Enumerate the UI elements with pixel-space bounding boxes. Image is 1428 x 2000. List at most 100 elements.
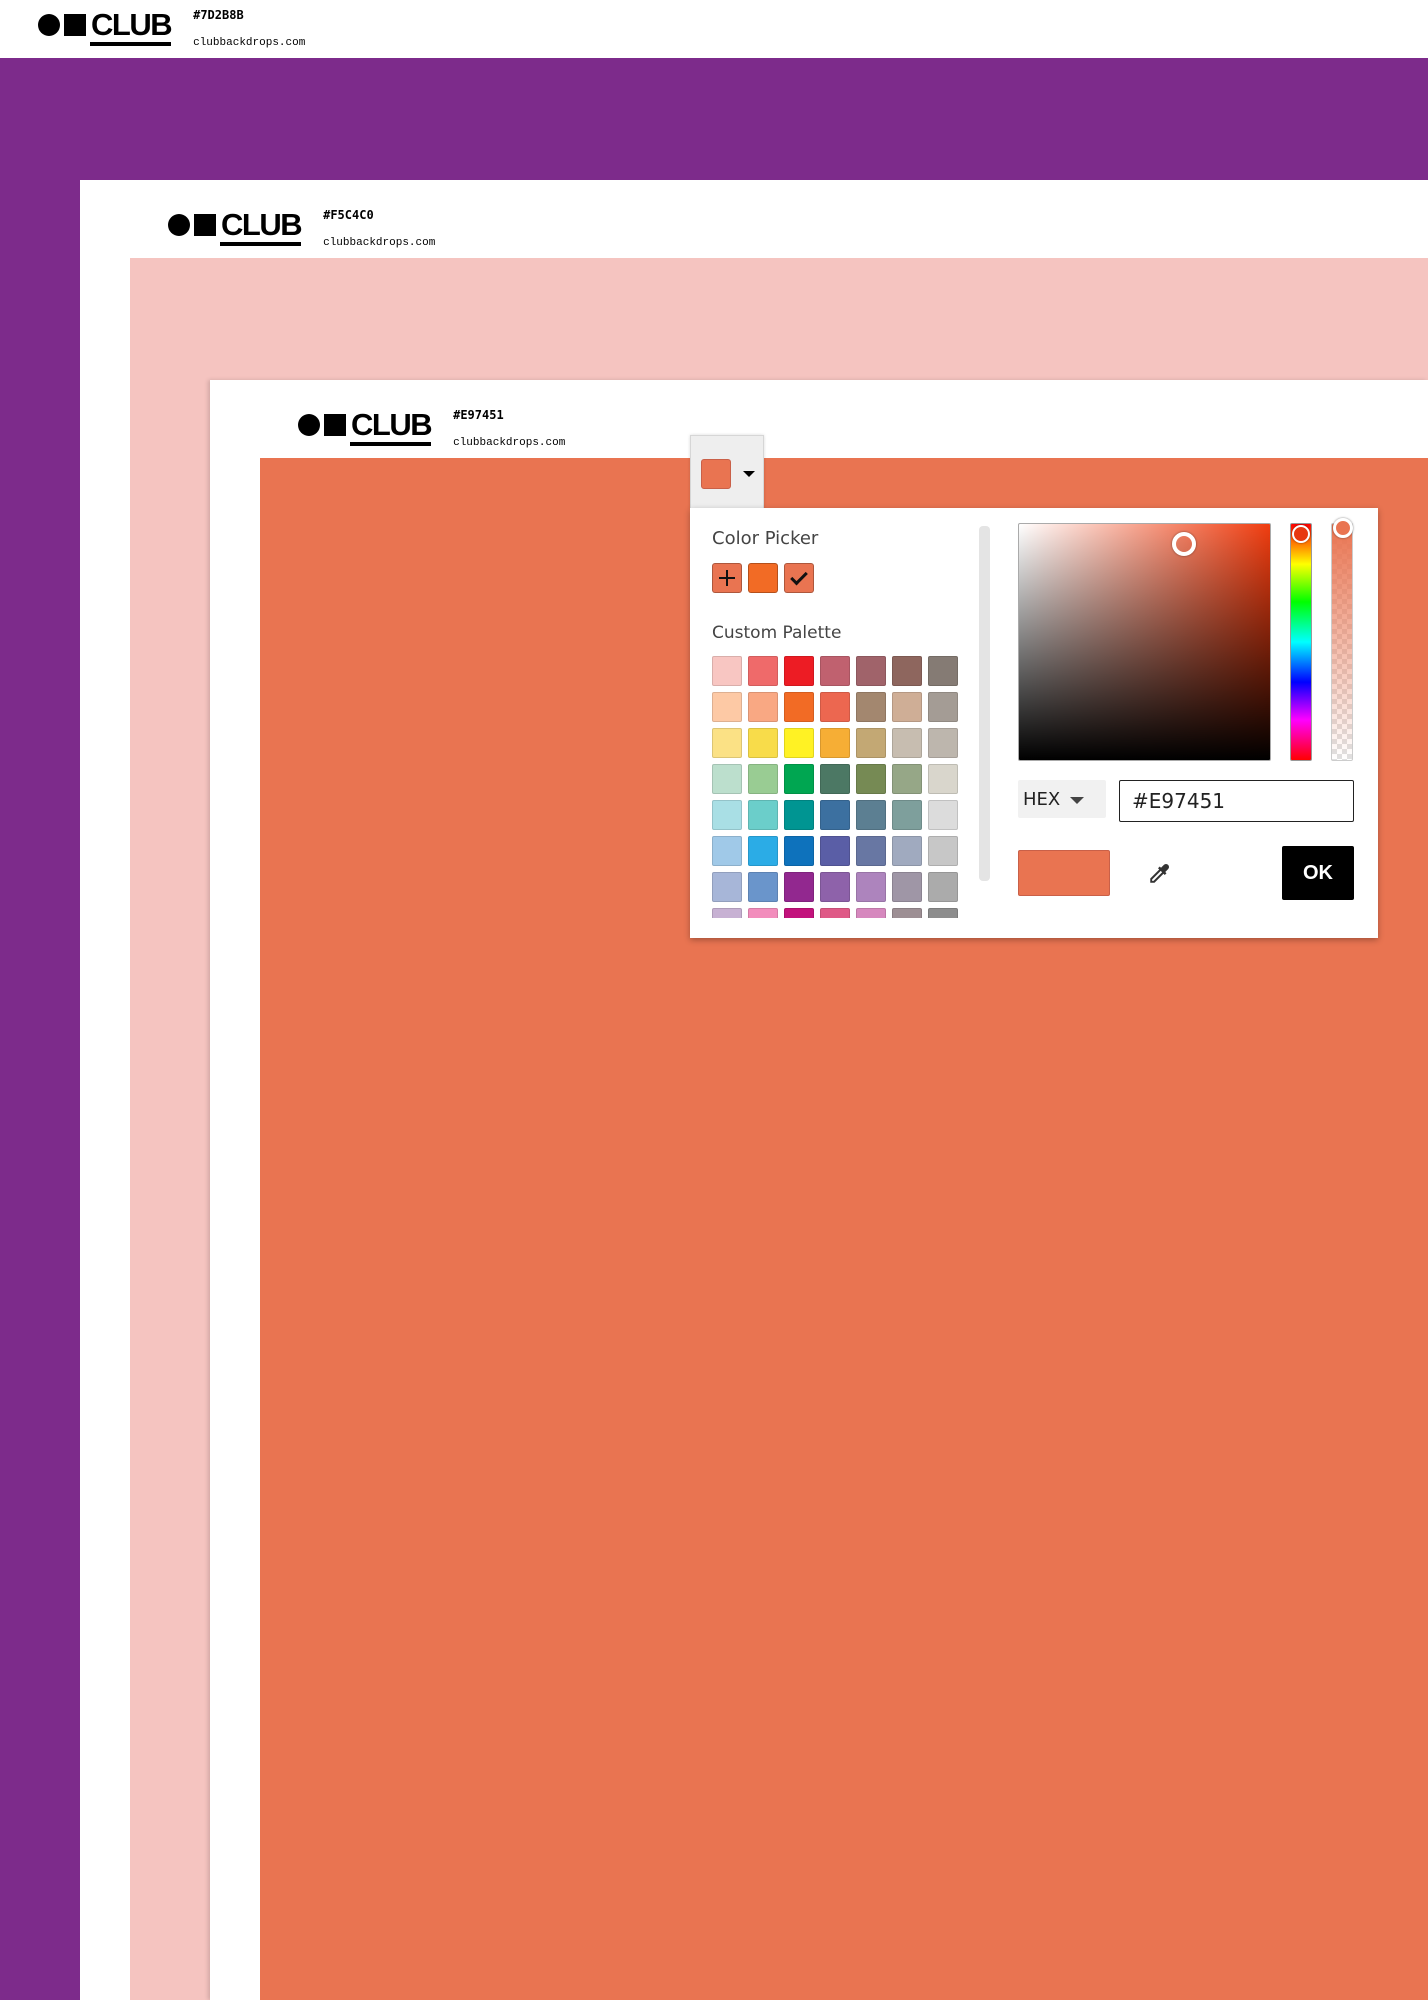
logo-wordmark: CLUB xyxy=(91,7,173,42)
club-logo: CLUB xyxy=(168,207,303,246)
saturation-area[interactable] xyxy=(1018,523,1271,761)
palette-swatch[interactable] xyxy=(928,656,958,686)
custom-palette-title: Custom Palette xyxy=(712,623,842,643)
palette-swatch[interactable] xyxy=(820,728,850,758)
palette-grid xyxy=(712,656,962,918)
recent-swatch-selected[interactable] xyxy=(784,563,814,593)
palette-swatch[interactable] xyxy=(856,872,886,902)
inner-brand: CLUB #E97451 clubbackdrops.com xyxy=(298,407,565,450)
palette-swatch[interactable] xyxy=(928,800,958,830)
palette-swatch[interactable] xyxy=(784,656,814,686)
palette-swatch[interactable] xyxy=(712,764,742,794)
color-preview xyxy=(1018,850,1110,896)
palette-swatch[interactable] xyxy=(784,908,814,918)
layer-hex-label: #E97451 xyxy=(453,408,504,422)
palette-swatch[interactable] xyxy=(748,872,778,902)
palette-swatch[interactable] xyxy=(928,728,958,758)
logo-square-icon xyxy=(64,14,86,36)
palette-swatch[interactable] xyxy=(748,656,778,686)
middle-brand: CLUB #F5C4C0 clubbackdrops.com xyxy=(168,207,436,250)
palette-swatch[interactable] xyxy=(892,692,922,722)
ok-button[interactable]: OK xyxy=(1282,846,1354,900)
palette-swatch[interactable] xyxy=(928,764,958,794)
palette-swatch[interactable] xyxy=(712,872,742,902)
palette-swatch[interactable] xyxy=(712,800,742,830)
palette-swatch[interactable] xyxy=(856,656,886,686)
palette-swatch[interactable] xyxy=(892,656,922,686)
palette-swatch[interactable] xyxy=(892,728,922,758)
palette-swatch[interactable] xyxy=(712,656,742,686)
palette-swatch[interactable] xyxy=(892,908,922,918)
palette-swatch[interactable] xyxy=(856,728,886,758)
logo-circle-icon xyxy=(298,414,320,436)
palette-swatch[interactable] xyxy=(784,800,814,830)
hue-slider[interactable] xyxy=(1290,523,1312,761)
alpha-slider[interactable] xyxy=(1331,518,1353,761)
palette-swatch[interactable] xyxy=(820,764,850,794)
palette-swatch[interactable] xyxy=(856,800,886,830)
palette-swatch[interactable] xyxy=(892,764,922,794)
palette-swatch[interactable] xyxy=(748,908,778,918)
palette-swatch[interactable] xyxy=(712,836,742,866)
palette-swatch[interactable] xyxy=(892,800,922,830)
palette-swatch[interactable] xyxy=(712,728,742,758)
palette-swatch[interactable] xyxy=(856,908,886,918)
logo-underline xyxy=(220,242,302,246)
palette-swatch[interactable] xyxy=(820,836,850,866)
recent-swatch[interactable] xyxy=(748,563,778,593)
palette-swatch[interactable] xyxy=(748,800,778,830)
palette-swatch[interactable] xyxy=(928,692,958,722)
palette-swatch[interactable] xyxy=(748,692,778,722)
saturation-handle[interactable] xyxy=(1172,532,1196,556)
palette-swatch[interactable] xyxy=(892,836,922,866)
palette-swatch[interactable] xyxy=(784,692,814,722)
logo-wordmark: CLUB xyxy=(351,407,433,442)
alpha-handle[interactable] xyxy=(1333,518,1353,538)
palette-scrollbar[interactable] xyxy=(979,526,990,881)
palette-swatch[interactable] xyxy=(748,836,778,866)
palette-swatch[interactable] xyxy=(784,764,814,794)
palette-swatch[interactable] xyxy=(820,800,850,830)
palette-swatch[interactable] xyxy=(712,908,742,918)
palette-swatch[interactable] xyxy=(928,908,958,918)
color-mode-select[interactable]: HEX xyxy=(1018,780,1106,818)
current-color-swatch xyxy=(701,459,731,489)
logo-square-icon xyxy=(324,414,346,436)
palette-swatch[interactable] xyxy=(928,836,958,866)
layer-url: clubbackdrops.com xyxy=(323,237,436,249)
palette-swatch[interactable] xyxy=(712,692,742,722)
plus-icon xyxy=(719,570,735,586)
palette-swatch[interactable] xyxy=(820,692,850,722)
palette-swatch[interactable] xyxy=(928,872,958,902)
palette-swatch[interactable] xyxy=(784,872,814,902)
palette-swatch[interactable] xyxy=(820,656,850,686)
palette-swatch[interactable] xyxy=(784,728,814,758)
logo-square-icon xyxy=(194,214,216,236)
add-color-button[interactable] xyxy=(712,563,742,593)
check-icon xyxy=(790,567,808,585)
palette-swatch[interactable] xyxy=(748,764,778,794)
logo-circle-icon xyxy=(38,14,60,36)
logo-wordmark: CLUB xyxy=(221,207,303,242)
palette-swatch[interactable] xyxy=(748,728,778,758)
recent-colors xyxy=(712,563,814,593)
palette-scroll-area[interactable] xyxy=(712,656,962,918)
picker-title: Color Picker xyxy=(712,528,819,549)
palette-swatch[interactable] xyxy=(856,836,886,866)
palette-swatch[interactable] xyxy=(784,836,814,866)
chevron-down-icon xyxy=(1070,797,1084,804)
color-picker-panel: Color Picker Custom Palette HEX OK xyxy=(690,508,1378,938)
color-picker-trigger[interactable] xyxy=(690,435,764,509)
palette-swatch[interactable] xyxy=(820,908,850,918)
logo-underline xyxy=(90,42,172,46)
layer-hex-label: #F5C4C0 xyxy=(323,208,374,222)
hue-handle[interactable] xyxy=(1292,525,1310,543)
palette-swatch[interactable] xyxy=(856,692,886,722)
palette-swatch[interactable] xyxy=(856,764,886,794)
hex-input[interactable] xyxy=(1119,780,1354,822)
logo-underline xyxy=(350,442,432,446)
club-logo: CLUB xyxy=(38,7,173,46)
palette-swatch[interactable] xyxy=(892,872,922,902)
eyedropper-icon[interactable] xyxy=(1144,859,1174,889)
palette-swatch[interactable] xyxy=(820,872,850,902)
